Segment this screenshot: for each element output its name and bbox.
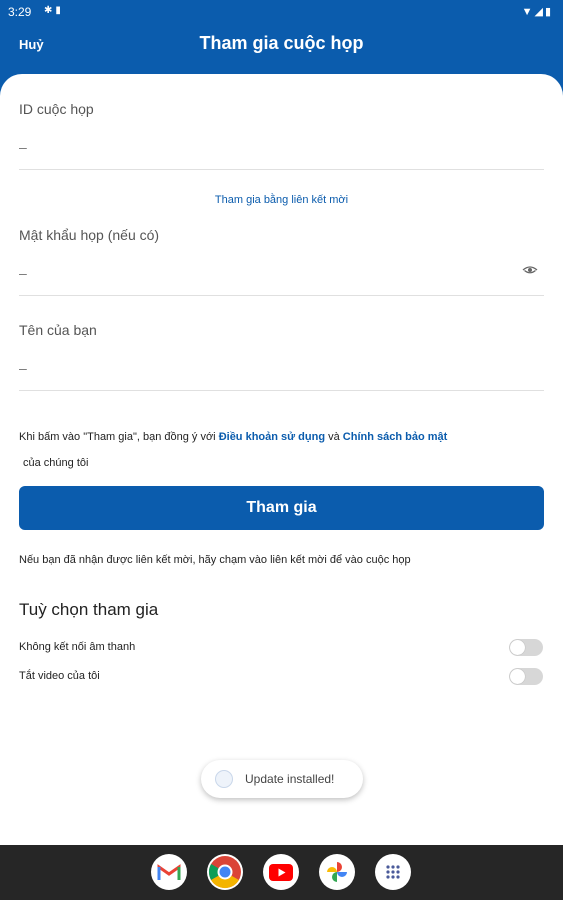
your-name-field[interactable]: Tên của bạn — [19, 295, 544, 391]
chrome-icon[interactable] — [207, 854, 243, 890]
terms-agreement-text: Khi bấm vào "Tham gia", bạn đồng ý với Đ… — [19, 424, 544, 476]
your-name-input[interactable] — [19, 357, 509, 379]
battery-icon: ▮ — [544, 6, 553, 18]
password-input[interactable] — [19, 262, 509, 284]
toast-text: Update installed! — [245, 772, 335, 786]
toggle-knob — [510, 669, 525, 684]
app-dock — [0, 845, 563, 900]
your-name-label: Tên của bạn — [19, 322, 97, 338]
join-options-title: Tuỳ chọn tham gia — [19, 600, 159, 619]
status-bar: 3:29 ✱▮ ▼◢▮ — [0, 0, 563, 24]
privacy-policy-link[interactable]: Chính sách bảo mật — [343, 431, 448, 443]
password-label: Mật khẩu họp (nếu có) — [19, 227, 160, 243]
photos-icon[interactable] — [319, 854, 355, 890]
cellular-signal-icon: ◢ — [534, 6, 545, 18]
page-title: Tham gia cuộc họp — [199, 33, 364, 53]
terms-suffix: của chúng tôi — [23, 457, 89, 469]
video-off-toggle[interactable] — [509, 668, 543, 685]
terms-of-use-link[interactable]: Điều khoản sử dụng — [219, 431, 325, 443]
app-drawer-icon[interactable] — [375, 854, 411, 890]
status-left-icons: ✱▮ — [44, 5, 64, 16]
password-field[interactable]: Mật khẩu họp (nếu có) — [19, 200, 544, 296]
terms-connector: và — [325, 431, 343, 443]
meeting-id-label: ID cuộc họp — [19, 101, 94, 117]
terms-prefix: Khi bấm vào "Tham gia", bạn đồng ý với — [19, 431, 219, 443]
sim-card-icon: ▮ — [55, 5, 64, 16]
app-update-icon — [215, 770, 233, 788]
toggle-knob — [510, 640, 525, 655]
option-no-audio-label: Không kết nối âm thanh — [19, 641, 136, 653]
settings-gear-icon: ✱ — [44, 5, 56, 16]
option-video-off-row: Tắt video của tôi — [19, 667, 544, 689]
show-password-eye-icon[interactable] — [522, 262, 538, 278]
wifi-icon: ▼ — [521, 6, 535, 18]
update-toast: Update installed! — [201, 760, 363, 798]
meeting-id-input[interactable] — [19, 136, 509, 158]
join-meeting-sheet: ID cuộc họp Tham gia bằng liên kết mời M… — [0, 74, 563, 845]
status-time: 3:29 — [8, 5, 32, 19]
gmail-icon[interactable] — [151, 854, 187, 890]
app-header: Huỷ Tham gia cuộc họp — [0, 24, 563, 78]
option-no-audio-row: Không kết nối âm thanh — [19, 638, 544, 660]
no-audio-toggle[interactable] — [509, 639, 543, 656]
join-button[interactable]: Tham gia — [19, 486, 544, 530]
youtube-icon[interactable] — [263, 854, 299, 890]
meeting-id-field[interactable]: ID cuộc họp — [19, 74, 544, 170]
status-right-icons: ▼◢▮ — [522, 5, 553, 18]
terms-line-1: Khi bấm vào "Tham gia", bạn đồng ý với Đ… — [19, 424, 544, 450]
option-video-off-label: Tắt video của tôi — [19, 670, 100, 682]
invite-hint-text: Nếu bạn đã nhận được liên kết mời, hãy c… — [19, 554, 411, 566]
